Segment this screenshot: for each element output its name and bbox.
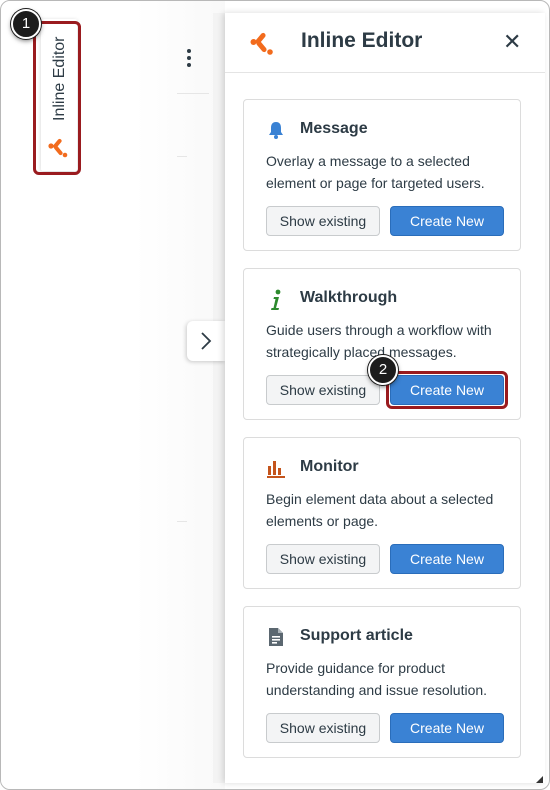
highlight-outline: [386, 371, 508, 409]
chevron-right-icon: [201, 332, 212, 350]
callout-badge: 2: [368, 355, 398, 385]
card-description: Overlay a message to a selected element …: [266, 153, 485, 191]
bar-chart-icon: [266, 458, 286, 478]
screenshot-frame: Inline Editor 1 Inline Editor ✕ Message …: [0, 0, 550, 790]
divider: [177, 521, 187, 522]
card-monitor: Monitor Begin element data about a selec…: [243, 437, 521, 589]
card-support-article: Support article Provide guidance for pro…: [243, 606, 521, 758]
create-new-button[interactable]: Create New: [390, 713, 504, 743]
show-existing-button[interactable]: Show existing: [266, 713, 380, 743]
show-existing-button[interactable]: Show existing: [266, 544, 380, 574]
card-title: Message: [300, 120, 368, 137]
card-title: Support article: [300, 627, 413, 644]
show-existing-button[interactable]: Show existing: [266, 206, 380, 236]
divider: [177, 156, 187, 157]
inline-editor-panel: Inline Editor ✕ Message Overlay a messag…: [225, 13, 545, 783]
panel-title: Inline Editor: [301, 29, 423, 52]
create-new-button[interactable]: Create New: [390, 206, 504, 236]
card-message: Message Overlay a message to a selected …: [243, 99, 521, 251]
info-icon: [266, 289, 286, 310]
expand-panel-button[interactable]: [187, 321, 225, 361]
show-existing-button[interactable]: Show existing: [266, 375, 380, 405]
more-options-icon[interactable]: [187, 49, 191, 70]
divider: [177, 93, 209, 94]
highlight-outline: [33, 21, 81, 175]
create-new-button[interactable]: Create New: [390, 544, 504, 574]
card-description: Provide guidance for product understandi…: [266, 660, 488, 698]
document-icon: [266, 627, 286, 647]
card-description: Begin element data about a selected elem…: [266, 491, 494, 529]
panel-header: Inline Editor ✕: [225, 13, 545, 73]
bell-icon: [266, 120, 286, 140]
card-title: Monitor: [300, 458, 359, 475]
brand-logo-icon: [249, 30, 275, 61]
close-icon[interactable]: ✕: [503, 29, 521, 55]
page-gutter: [213, 13, 225, 783]
card-title: Walkthrough: [300, 289, 398, 306]
callout-badge: 1: [11, 9, 41, 39]
card-walkthrough: Walkthrough Guide users through a workfl…: [243, 268, 521, 420]
resize-grip-icon[interactable]: [536, 776, 543, 783]
